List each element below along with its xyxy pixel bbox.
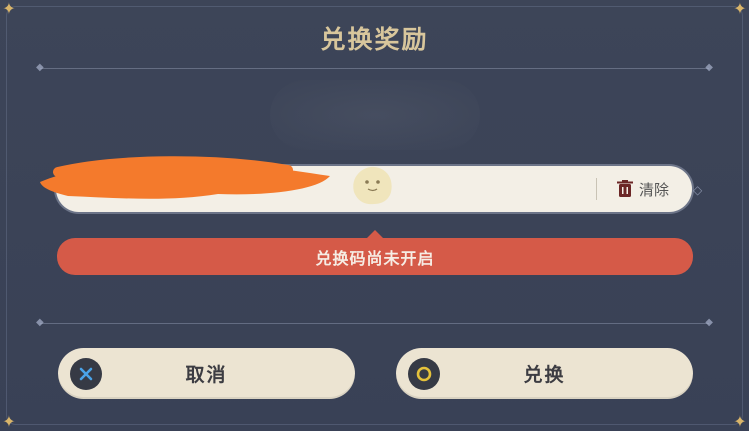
circle-icon bbox=[408, 358, 440, 390]
error-text: 兑换码尚未开启 bbox=[315, 248, 435, 268]
buttons-divider: ◆ ◆ bbox=[36, 317, 713, 328]
field-separator bbox=[596, 178, 597, 200]
redeem-button-label: 兑换 bbox=[523, 364, 566, 386]
cancel-button-label: 取消 bbox=[185, 364, 228, 386]
corner-ornament-top-right-icon: ✦ bbox=[733, 0, 747, 18]
background-emblem bbox=[270, 80, 480, 150]
divider-diamond-icon: ◆ bbox=[36, 317, 44, 328]
redeem-code-input[interactable] bbox=[74, 166, 598, 214]
trash-icon bbox=[616, 180, 633, 197]
redeem-button[interactable]: 兑换 bbox=[396, 348, 693, 399]
corner-ornament-bottom-right-icon: ✦ bbox=[733, 412, 747, 431]
redeem-dialog: ✦ ✦ ✦ ✦ 兑换奖励 ◆ ◆ 清除 ◇ 兑换码尚未开启 ◆ ◆ 取消 兑换 bbox=[0, 0, 749, 431]
cross-icon bbox=[70, 358, 102, 390]
divider-diamond-icon: ◆ bbox=[36, 62, 44, 73]
clear-button[interactable]: 清除 bbox=[606, 173, 680, 205]
clear-button-label: 清除 bbox=[638, 180, 669, 199]
cancel-button[interactable]: 取消 bbox=[58, 348, 355, 399]
divider-diamond-icon: ◆ bbox=[705, 317, 713, 328]
title-divider: ◆ ◆ bbox=[36, 62, 713, 73]
redeem-code-field[interactable]: 清除 bbox=[40, 156, 692, 214]
corner-ornament-top-left-icon: ✦ bbox=[2, 0, 16, 18]
error-message: 兑换码尚未开启 bbox=[57, 238, 693, 275]
field-edge-diamond-icon: ◇ bbox=[693, 183, 703, 197]
corner-ornament-bottom-left-icon: ✦ bbox=[2, 412, 16, 431]
divider-diamond-icon: ◆ bbox=[705, 62, 713, 73]
dialog-title: 兑换奖励 bbox=[320, 25, 429, 54]
